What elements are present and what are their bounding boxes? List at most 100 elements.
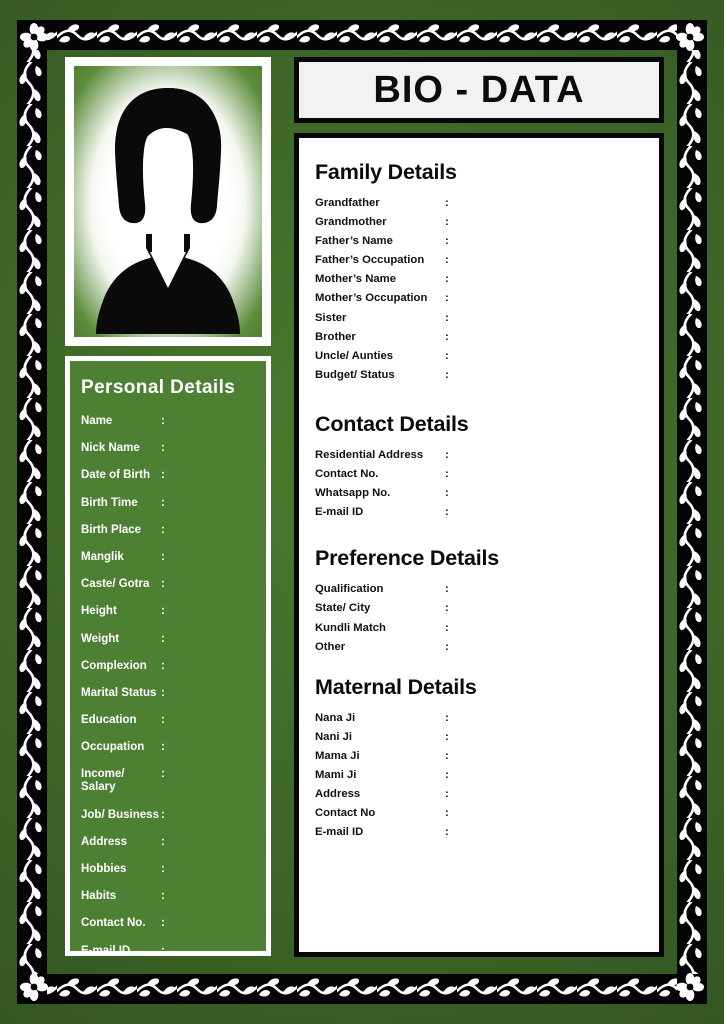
field-row: Mother’s Name: bbox=[315, 273, 659, 286]
field-row: Father’s Occupation: bbox=[315, 254, 659, 267]
family-details-title: Family Details bbox=[315, 160, 457, 184]
field-colon: : bbox=[445, 311, 449, 324]
details-panel: Family Details Grandfather: Grandmother: F… bbox=[294, 133, 664, 957]
content-area: Personal Details Name: Nick Name: Date of … bbox=[47, 50, 677, 974]
field-label: Manglik bbox=[81, 550, 124, 563]
field-row: Marital Status: bbox=[81, 687, 266, 700]
field-colon: : bbox=[445, 749, 449, 762]
field-colon: : bbox=[445, 602, 449, 615]
field-label: E-mail ID bbox=[81, 944, 131, 957]
field-label: Mother’s Occupation bbox=[315, 292, 428, 305]
field-colon: : bbox=[161, 496, 165, 509]
field-colon: : bbox=[445, 468, 449, 481]
field-label: Date of Birth bbox=[81, 469, 150, 482]
field-label: Brother bbox=[315, 330, 356, 343]
contact-details-field-list: Residential Address: Contact No.: Whatsapp… bbox=[315, 449, 659, 519]
field-colon: : bbox=[445, 621, 449, 634]
field-label: Height bbox=[81, 605, 117, 618]
field-row: Uncle/ Aunties: bbox=[315, 350, 659, 363]
field-row: Weight: bbox=[81, 633, 266, 646]
field-label: Marital Status bbox=[81, 686, 157, 699]
field-label: Name bbox=[81, 415, 113, 427]
field-colon: : bbox=[161, 863, 165, 875]
field-row: Income/ Salary: bbox=[81, 768, 266, 794]
field-label: Budget/ Status bbox=[315, 368, 395, 381]
photo-placeholder[interactable] bbox=[65, 57, 271, 346]
field-label: Father’s Name bbox=[315, 235, 393, 248]
field-colon: : bbox=[161, 944, 165, 957]
field-colon: : bbox=[161, 550, 165, 563]
maternal-details-field-list: Nana Ji: Nani Ji: Mama Ji: Mami Ji: Address:… bbox=[315, 712, 659, 840]
field-colon: : bbox=[445, 826, 449, 839]
field-label: Contact No. bbox=[81, 917, 146, 930]
field-label: E-mail ID bbox=[315, 826, 364, 839]
field-colon: : bbox=[445, 730, 449, 743]
field-row: Budget/ Status: bbox=[315, 369, 659, 382]
field-colon: : bbox=[445, 640, 449, 653]
field-row: Address: bbox=[315, 788, 659, 801]
field-label: Mama Ji bbox=[315, 749, 360, 762]
field-label: Education bbox=[81, 714, 137, 727]
field-label: Address bbox=[81, 835, 128, 848]
field-colon: : bbox=[445, 711, 449, 724]
maternal-details-title: Maternal Details bbox=[315, 674, 477, 699]
field-label: Contact No bbox=[315, 807, 376, 820]
field-label: Kundli Match bbox=[315, 621, 386, 634]
field-colon: : bbox=[445, 768, 449, 781]
field-colon: : bbox=[445, 506, 449, 519]
photo-inner-frame bbox=[74, 66, 262, 337]
field-colon: : bbox=[161, 768, 165, 781]
field-colon: : bbox=[445, 583, 449, 596]
contact-details-title: Contact Details bbox=[315, 411, 469, 436]
field-colon: : bbox=[161, 659, 165, 672]
field-colon: : bbox=[161, 917, 165, 930]
field-row: Brother: bbox=[315, 331, 659, 344]
page-title: BIO - DATA bbox=[373, 68, 585, 111]
field-colon: : bbox=[445, 368, 449, 381]
field-label: Nick Name bbox=[81, 442, 140, 455]
personal-details-body: Personal Details Name: Nick Name: Date of … bbox=[70, 361, 266, 957]
field-colon: : bbox=[445, 788, 449, 801]
field-label: Other bbox=[315, 640, 346, 653]
field-label: Complexion bbox=[81, 659, 147, 672]
field-colon: : bbox=[161, 808, 165, 821]
biodata-page: Personal Details Name: Nick Name: Date of … bbox=[0, 0, 724, 1024]
field-label: Habits bbox=[81, 890, 117, 903]
personal-details-title: Personal Details bbox=[81, 377, 236, 398]
field-row: Grandmother: bbox=[315, 216, 659, 229]
field-row: Job/ Business: bbox=[81, 809, 266, 822]
field-colon: : bbox=[161, 714, 165, 727]
field-label: Hobbies bbox=[81, 863, 127, 875]
field-colon: : bbox=[161, 469, 165, 482]
field-row: Nani Ji: bbox=[315, 731, 659, 744]
field-colon: : bbox=[161, 523, 165, 536]
field-row: Contact No.: bbox=[81, 917, 266, 930]
field-row: State/ City: bbox=[315, 602, 659, 615]
field-row: Residential Address: bbox=[315, 449, 659, 462]
field-colon: : bbox=[161, 632, 165, 645]
field-colon: : bbox=[445, 216, 449, 229]
field-row: Whatsapp No.: bbox=[315, 487, 659, 500]
field-row: Manglik: bbox=[81, 551, 266, 564]
field-row: Mama Ji: bbox=[315, 750, 659, 763]
field-row: Birth Place: bbox=[81, 524, 266, 537]
field-colon: : bbox=[445, 448, 449, 461]
field-label: Birth Time bbox=[81, 496, 138, 509]
field-colon: : bbox=[445, 273, 449, 286]
field-colon: : bbox=[161, 741, 165, 754]
preference-details-field-list: Qualification: State/ City: Kundli Match: O… bbox=[315, 583, 659, 653]
field-row: Complexion: bbox=[81, 660, 266, 673]
field-colon: : bbox=[161, 442, 165, 455]
field-label: Nana Ji bbox=[315, 711, 356, 724]
field-label: Caste/ Gotra bbox=[81, 578, 150, 591]
preference-details-title: Preference Details bbox=[315, 546, 500, 571]
field-row: Contact No: bbox=[315, 807, 659, 820]
field-label: Uncle/ Aunties bbox=[315, 349, 394, 362]
personal-details-field-list: Name: Nick Name: Date of Birth: Birth Time:… bbox=[81, 415, 266, 958]
field-label: State/ City bbox=[315, 602, 371, 615]
field-label: Whatsapp No. bbox=[315, 487, 391, 500]
field-label: Residential Address bbox=[315, 448, 424, 461]
field-row: E-mail ID: bbox=[315, 826, 659, 839]
field-row: Birth Time: bbox=[81, 497, 266, 510]
personal-details-panel: Personal Details Name: Nick Name: Date of … bbox=[65, 356, 271, 957]
